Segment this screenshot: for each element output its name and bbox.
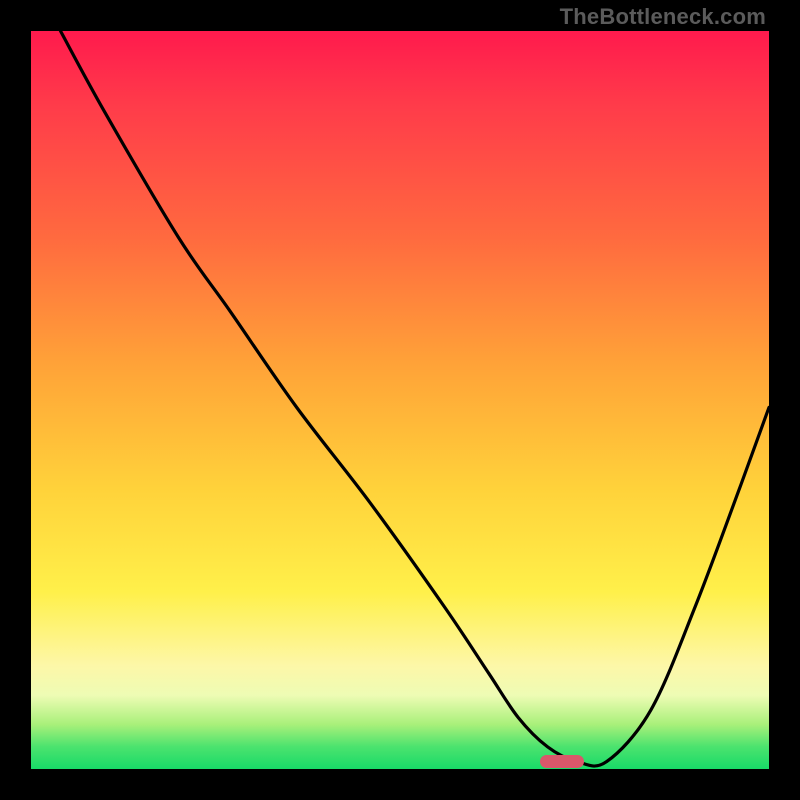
bottleneck-curve [31,31,769,769]
watermark-text: TheBottleneck.com [560,4,766,30]
optimum-marker [540,755,584,768]
chart-frame: TheBottleneck.com [0,0,800,800]
